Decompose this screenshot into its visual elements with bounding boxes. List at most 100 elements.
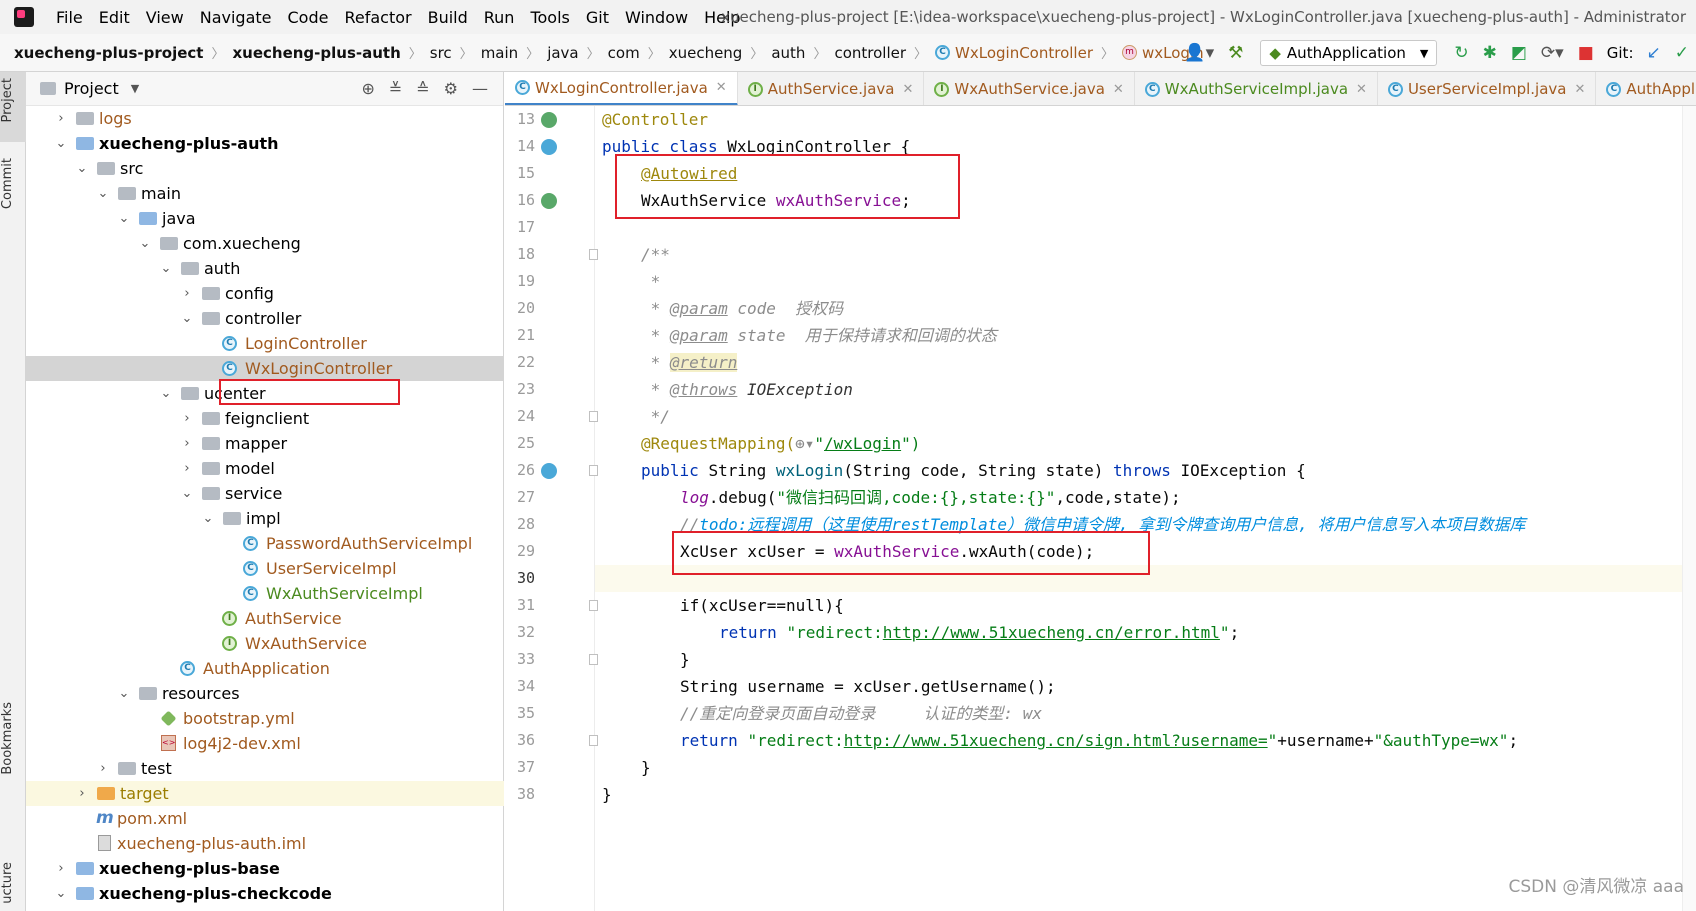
tree-item-log4j2-dev-xml[interactable]: <> log4j2-dev.xml: [26, 731, 504, 756]
tree-item-impl[interactable]: ⌄ impl: [26, 506, 504, 531]
breadcrumb-class[interactable]: WxLoginController: [955, 44, 1093, 62]
chevron-down-icon[interactable]: ⌄: [54, 881, 68, 906]
tree-item-xuecheng-plus-auth[interactable]: ⌄ xuecheng-plus-auth: [26, 131, 504, 156]
tree-item-password-auth-service-impl[interactable]: C PasswordAuthServiceImpl: [26, 531, 504, 556]
spring-bean-icon[interactable]: [541, 139, 557, 155]
tree-item-feignclient[interactable]: › feignclient: [26, 406, 504, 431]
tree-item-config[interactable]: › config: [26, 281, 504, 306]
tree-item-user-service-impl[interactable]: C UserServiceImpl: [26, 556, 504, 581]
tree-item-model[interactable]: › model: [26, 456, 504, 481]
code-token[interactable]: /wxLogin: [824, 434, 901, 453]
tree-item-wx-login-controller[interactable]: C WxLoginController: [26, 356, 504, 381]
code-token[interactable]: http://www.51xuecheng.cn/error.html: [883, 623, 1220, 642]
chevron-down-icon[interactable]: ⌄: [201, 506, 215, 531]
tab-auth-application[interactable]: C AuthApplica: [1596, 72, 1696, 105]
user-icon[interactable]: 👤▾: [1184, 43, 1214, 63]
chevron-down-icon[interactable]: ▼: [131, 82, 139, 95]
tree-item-auth-application[interactable]: C AuthApplication: [26, 656, 504, 681]
git-update-icon[interactable]: ↙: [1647, 43, 1661, 63]
menu-code[interactable]: Code: [280, 8, 337, 27]
tab-user-service-impl[interactable]: C UserServiceImpl.java ✕: [1378, 72, 1597, 105]
tree-item-service[interactable]: ⌄ service: [26, 481, 504, 506]
close-icon[interactable]: ✕: [902, 82, 913, 97]
chevron-down-icon[interactable]: ⌄: [180, 306, 194, 331]
fold-icon[interactable]: [589, 411, 598, 422]
tree-item-wx-auth-service[interactable]: I WxAuthService: [26, 631, 504, 656]
chevron-right-icon[interactable]: ›: [54, 856, 68, 881]
chevron-down-icon[interactable]: ⌄: [96, 181, 110, 206]
close-icon[interactable]: ✕: [1575, 82, 1586, 97]
code-editor[interactable]: 13 14 15 16 17 18 19 20 21 22 23 24 25 2…: [505, 106, 1696, 911]
tree-item-auth[interactable]: ⌄ auth: [26, 256, 504, 281]
tree-item-mapper[interactable]: › mapper: [26, 431, 504, 456]
close-icon[interactable]: ✕: [1356, 82, 1367, 97]
breadcrumb-java[interactable]: java: [547, 44, 578, 62]
fold-icon[interactable]: [589, 735, 598, 746]
chevron-down-icon[interactable]: ⌄: [180, 481, 194, 506]
profiler-icon[interactable]: ⟳▾: [1541, 43, 1564, 63]
locate-icon[interactable]: ⊕: [361, 79, 374, 98]
menu-refactor[interactable]: Refactor: [336, 8, 419, 27]
tree-item-src[interactable]: ⌄ src: [26, 156, 504, 181]
tree-item-java[interactable]: ⌄ java: [26, 206, 504, 231]
menu-edit[interactable]: Edit: [91, 8, 138, 27]
tab-auth-service[interactable]: I AuthService.java ✕: [738, 72, 925, 105]
editor-scrollbar[interactable]: [1682, 106, 1696, 911]
chevron-down-icon[interactable]: ⌄: [117, 206, 131, 231]
breadcrumb-project[interactable]: xuecheng-plus-project: [14, 44, 203, 62]
tab-wx-login-controller[interactable]: C WxLoginController.java ✕: [505, 72, 738, 105]
tree-item-resources[interactable]: ⌄ resources: [26, 681, 504, 706]
menu-build[interactable]: Build: [420, 8, 476, 27]
request-mapping-icon[interactable]: [541, 463, 557, 479]
chevron-right-icon[interactable]: ›: [96, 756, 110, 781]
hammer-icon[interactable]: ⚒: [1228, 43, 1243, 63]
chevron-right-icon[interactable]: ›: [180, 281, 194, 306]
breadcrumb-com[interactable]: com: [608, 44, 640, 62]
rerun-icon[interactable]: ↻: [1454, 43, 1468, 63]
tree-item-test[interactable]: › test: [26, 756, 504, 781]
coverage-icon[interactable]: ◩: [1511, 43, 1527, 63]
fold-icon[interactable]: [589, 600, 598, 611]
chevron-down-icon[interactable]: ⌄: [75, 156, 89, 181]
gear-icon[interactable]: ⚙: [444, 79, 458, 98]
menu-tools[interactable]: Tools: [522, 8, 577, 27]
breadcrumb-controller[interactable]: controller: [834, 44, 906, 62]
tree-item-xuecheng-plus-base[interactable]: › xuecheng-plus-base: [26, 856, 504, 881]
chevron-right-icon[interactable]: ›: [54, 106, 68, 131]
collapse-all-icon[interactable]: ≙: [416, 79, 429, 98]
menu-file[interactable]: File: [48, 8, 91, 27]
chevron-right-icon[interactable]: ›: [180, 431, 194, 456]
tree-item-pom-xml[interactable]: m pom.xml: [26, 806, 504, 831]
breadcrumb-module[interactable]: xuecheng-plus-auth: [232, 44, 400, 62]
tree-item-bootstrap-yml[interactable]: bootstrap.yml: [26, 706, 504, 731]
chevron-right-icon[interactable]: ›: [180, 406, 194, 431]
project-panel-title[interactable]: Project: [64, 79, 119, 98]
chevron-down-icon[interactable]: ⌄: [54, 131, 68, 156]
tree-item-main[interactable]: ⌄ main: [26, 181, 504, 206]
chevron-down-icon[interactable]: ⌄: [159, 381, 173, 406]
breadcrumb-main[interactable]: main: [481, 44, 518, 62]
menu-view[interactable]: View: [138, 8, 192, 27]
autowired-icon[interactable]: [541, 193, 557, 209]
bookmarks-tool-button[interactable]: Bookmarks: [0, 702, 26, 775]
tree-item-logs[interactable]: › logs: [26, 106, 504, 131]
menu-run[interactable]: Run: [476, 8, 523, 27]
close-icon[interactable]: ✕: [1113, 82, 1124, 97]
tree-item-wx-auth-service-impl[interactable]: C WxAuthServiceImpl: [26, 581, 504, 606]
hide-icon[interactable]: —: [472, 79, 488, 98]
tab-wx-auth-service-impl[interactable]: C WxAuthServiceImpl.java ✕: [1135, 72, 1378, 105]
code-token[interactable]: http://www.51xuecheng.cn/sign.html?usern…: [844, 731, 1268, 750]
globe-icon[interactable]: ⊕▾: [795, 434, 814, 453]
tab-wx-auth-service[interactable]: I WxAuthService.java ✕: [924, 72, 1135, 105]
menu-navigate[interactable]: Navigate: [192, 8, 280, 27]
chevron-right-icon[interactable]: ›: [180, 456, 194, 481]
stop-icon[interactable]: ■: [1578, 43, 1594, 63]
git-commit-icon[interactable]: ✓: [1675, 43, 1689, 63]
spring-bean-icon[interactable]: [541, 112, 557, 128]
fold-icon[interactable]: [589, 465, 598, 476]
tree-item-target[interactable]: › target: [26, 781, 504, 806]
menu-git[interactable]: Git: [578, 8, 617, 27]
tree-item-auth-service[interactable]: I AuthService: [26, 606, 504, 631]
fold-icon[interactable]: [589, 249, 598, 260]
tree-item-iml[interactable]: xuecheng-plus-auth.iml: [26, 831, 504, 856]
